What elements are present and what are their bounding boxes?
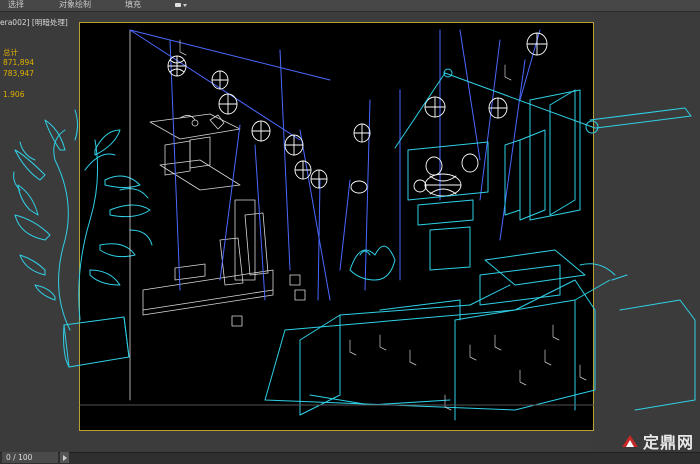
right-wall-wireframe [264, 68, 696, 421]
wireframe-scene [13, 29, 696, 421]
axis-gizmos [179, 39, 587, 411]
left-wall-wireframe [129, 29, 306, 401]
watermark: 定鼎网 [621, 431, 694, 452]
watermark-text: 定鼎网 [642, 433, 694, 452]
light-lines [129, 29, 541, 301]
frame-counter[interactable]: 0 / 100 [2, 452, 58, 463]
plant-wireframe [13, 109, 153, 368]
pendant-spheres [167, 32, 548, 197]
watermark-logo-icon [621, 435, 638, 447]
timeline-bar [0, 452, 700, 464]
timeline-next-button[interactable] [60, 452, 69, 463]
play-icon [62, 454, 67, 461]
